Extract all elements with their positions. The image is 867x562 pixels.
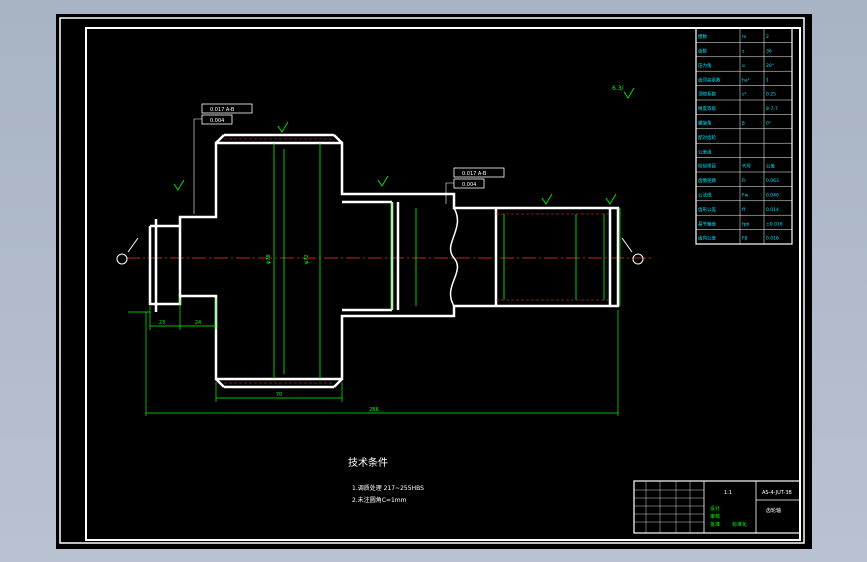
dimension-lines — [128, 208, 621, 416]
param-cell: 1 — [766, 77, 769, 83]
dim-left-b: 24 — [195, 320, 201, 326]
dim-total: 286 — [369, 407, 379, 413]
inner-frame — [85, 27, 801, 541]
dimension-texts: 286 70 23 24 φ78 φ72 — [159, 254, 379, 413]
param-cell: 精度等级 — [698, 105, 716, 112]
tol-frame-2-row-2: 0.004 — [462, 182, 476, 188]
title-row-2: 审核 — [710, 513, 720, 520]
part-name: 齿轮轴 — [766, 507, 781, 514]
param-cell: β — [742, 120, 745, 126]
title-row-3: 批准 — [710, 521, 720, 528]
break-line — [449, 207, 459, 307]
param-cell: m — [742, 35, 746, 40]
dim-gear-od: φ78 — [266, 254, 272, 264]
param-cell: 0.014 — [766, 207, 779, 213]
tol-frame-1-row-1: 0.017 A-B — [210, 107, 235, 113]
param-cell: 2 — [766, 34, 769, 40]
shaft-drawing: 286 70 23 24 φ78 φ72 0.017 A-B 0.004 0.0… — [59, 17, 805, 544]
param-cell: 36 — [766, 48, 772, 54]
param-cell: z — [742, 49, 745, 54]
dim-left-a: 23 — [159, 320, 165, 326]
tolerance-frame-1: 0.017 A-B 0.004 — [193, 103, 253, 214]
param-cell: ff — [742, 207, 746, 213]
param-cell: 公差组 — [698, 148, 712, 155]
note-item-1: 1.调质处理 217~255HBS — [352, 484, 424, 492]
param-cell: 齿顶高系数 — [698, 76, 721, 83]
notes-heading: 技术条件 — [348, 456, 388, 469]
param-cell: Fβ — [742, 236, 748, 242]
dim-gear-face: 70 — [276, 392, 282, 398]
param-cell: 8-7-7 — [766, 106, 778, 112]
title-row-1: 设计 — [710, 505, 720, 512]
param-cell: fpb — [742, 221, 749, 227]
param-cell: Fr — [742, 178, 746, 184]
param-cell: c* — [742, 92, 747, 98]
param-cell: Fw — [742, 192, 749, 198]
title-block: 设计 审核 批准 标准化 1:1 AS-4-JUT-3B 齿轮轴 — [633, 480, 801, 534]
param-cell: 0.063 — [766, 178, 779, 184]
param-cell: 压力角 — [698, 62, 712, 69]
param-cell: 齿形公差 — [698, 206, 716, 213]
param-cell: 20° — [766, 63, 774, 69]
param-cell: 0° — [766, 120, 771, 126]
tol-frame-1-row-2: 0.004 — [210, 118, 224, 124]
param-cell: ha* — [742, 77, 751, 83]
param-cell: 螺旋角 — [698, 119, 712, 126]
param-cell: 代号 — [742, 163, 751, 170]
param-cell: α — [742, 64, 745, 69]
note-item-2: 2.未注圆角C=1mm — [352, 496, 407, 504]
param-cell: 公差 — [766, 163, 775, 170]
tol-frame-2-row-1: 0.017 A-B — [462, 171, 487, 177]
shaft-outline — [148, 133, 620, 389]
cad-viewport[interactable]: 286 70 23 24 φ78 φ72 0.017 A-B 0.004 0.0… — [56, 14, 812, 549]
param-cell: 齿数 — [698, 47, 707, 54]
param-cell: 模数 — [698, 33, 707, 40]
param-cell: ±0.016 — [766, 221, 783, 227]
general-roughness: 6.3/ — [612, 85, 625, 92]
param-cell: 公法线 — [698, 191, 712, 198]
param-cell: 顶隙系数 — [698, 91, 716, 98]
param-cell: 齿向公差 — [698, 235, 716, 242]
param-cell: 0.016 — [766, 236, 779, 242]
outer-frame — [59, 17, 805, 544]
param-cell: 基节偏差 — [698, 220, 716, 227]
drawing-number: AS-4-JUT-3B — [762, 490, 792, 496]
keyway-marks — [224, 138, 610, 384]
gear-internal-lines — [273, 143, 605, 379]
param-cell: 配对齿轮 — [698, 134, 716, 141]
roughness-symbols — [173, 87, 635, 205]
technical-notes: 技术条件 1.调质处理 217~255HBS 2.未注圆角C=1mm — [348, 456, 424, 504]
title-scale: 1:1 — [724, 490, 732, 496]
center-hole-markers — [116, 237, 644, 265]
dim-gear-pd: φ72 — [304, 254, 310, 264]
param-cell: 0.25 — [766, 92, 776, 98]
param-cell: 齿圈径跳 — [698, 177, 716, 184]
param-table: 模数 m 2 齿数 z 36 压力角 α 20° 齿顶高系数 ha* 1 顶隙系数 c* 0.25 精度等级 8… — [695, 27, 793, 245]
title-row-4: 标准化 — [732, 521, 747, 528]
param-cell: 0.040 — [766, 192, 779, 198]
param-cell: 检验项目 — [698, 163, 716, 170]
